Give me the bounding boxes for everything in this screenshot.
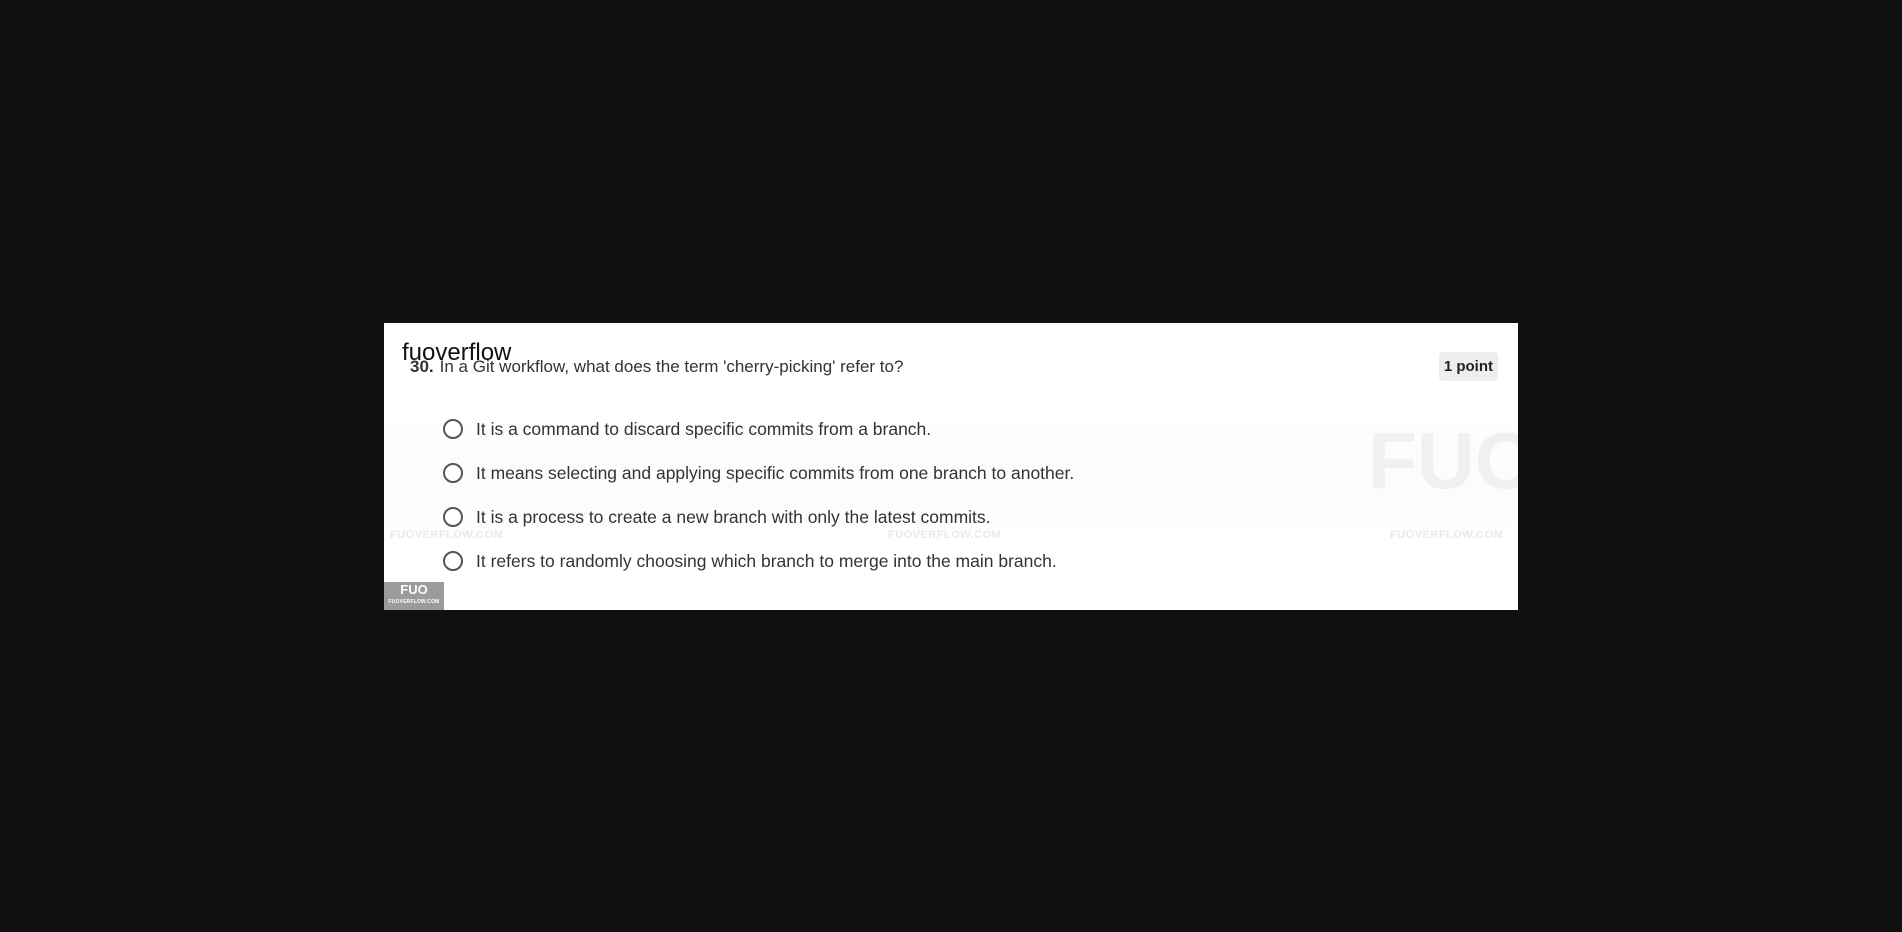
- answer-options: It is a command to discard specific comm…: [443, 407, 1074, 583]
- points-badge: 1 point: [1438, 352, 1498, 381]
- footer-logo-caption: FUOVERFLOW.COM: [388, 599, 440, 605]
- radio-button-icon[interactable]: [443, 419, 463, 439]
- radio-button-icon[interactable]: [443, 463, 463, 483]
- brand-label: fuoverflow: [402, 339, 512, 366]
- footer-logo-mark: FUO: [400, 582, 428, 597]
- answer-option-label: It refers to randomly choosing which bra…: [476, 550, 1057, 571]
- answer-option-2[interactable]: It means selecting and applying specific…: [443, 451, 1074, 495]
- answer-option-4[interactable]: It refers to randomly choosing which bra…: [443, 539, 1074, 583]
- watermark-text-right: FUOVERFLOW.COM: [1390, 529, 1504, 541]
- quiz-question-card: FUOVERFLOW.COM FUOVERFLOW.COM FUOVERFLOW…: [384, 323, 1518, 610]
- screen-background: FUOVERFLOW.COM FUOVERFLOW.COM FUOVERFLOW…: [0, 0, 1902, 932]
- radio-button-icon[interactable]: [443, 551, 463, 571]
- answer-option-3[interactable]: It is a process to create a new branch w…: [443, 495, 1074, 539]
- answer-option-1[interactable]: It is a command to discard specific comm…: [443, 407, 1074, 451]
- radio-button-icon[interactable]: [443, 507, 463, 527]
- fuo-logo-icon: FUO FUOVERFLOW.COM: [384, 582, 444, 610]
- answer-option-label: It is a process to create a new branch w…: [476, 506, 991, 527]
- watermark-logo: FUO: [1368, 416, 1518, 505]
- answer-option-label: It is a command to discard specific comm…: [476, 418, 932, 439]
- answer-option-label: It means selecting and applying specific…: [476, 462, 1075, 483]
